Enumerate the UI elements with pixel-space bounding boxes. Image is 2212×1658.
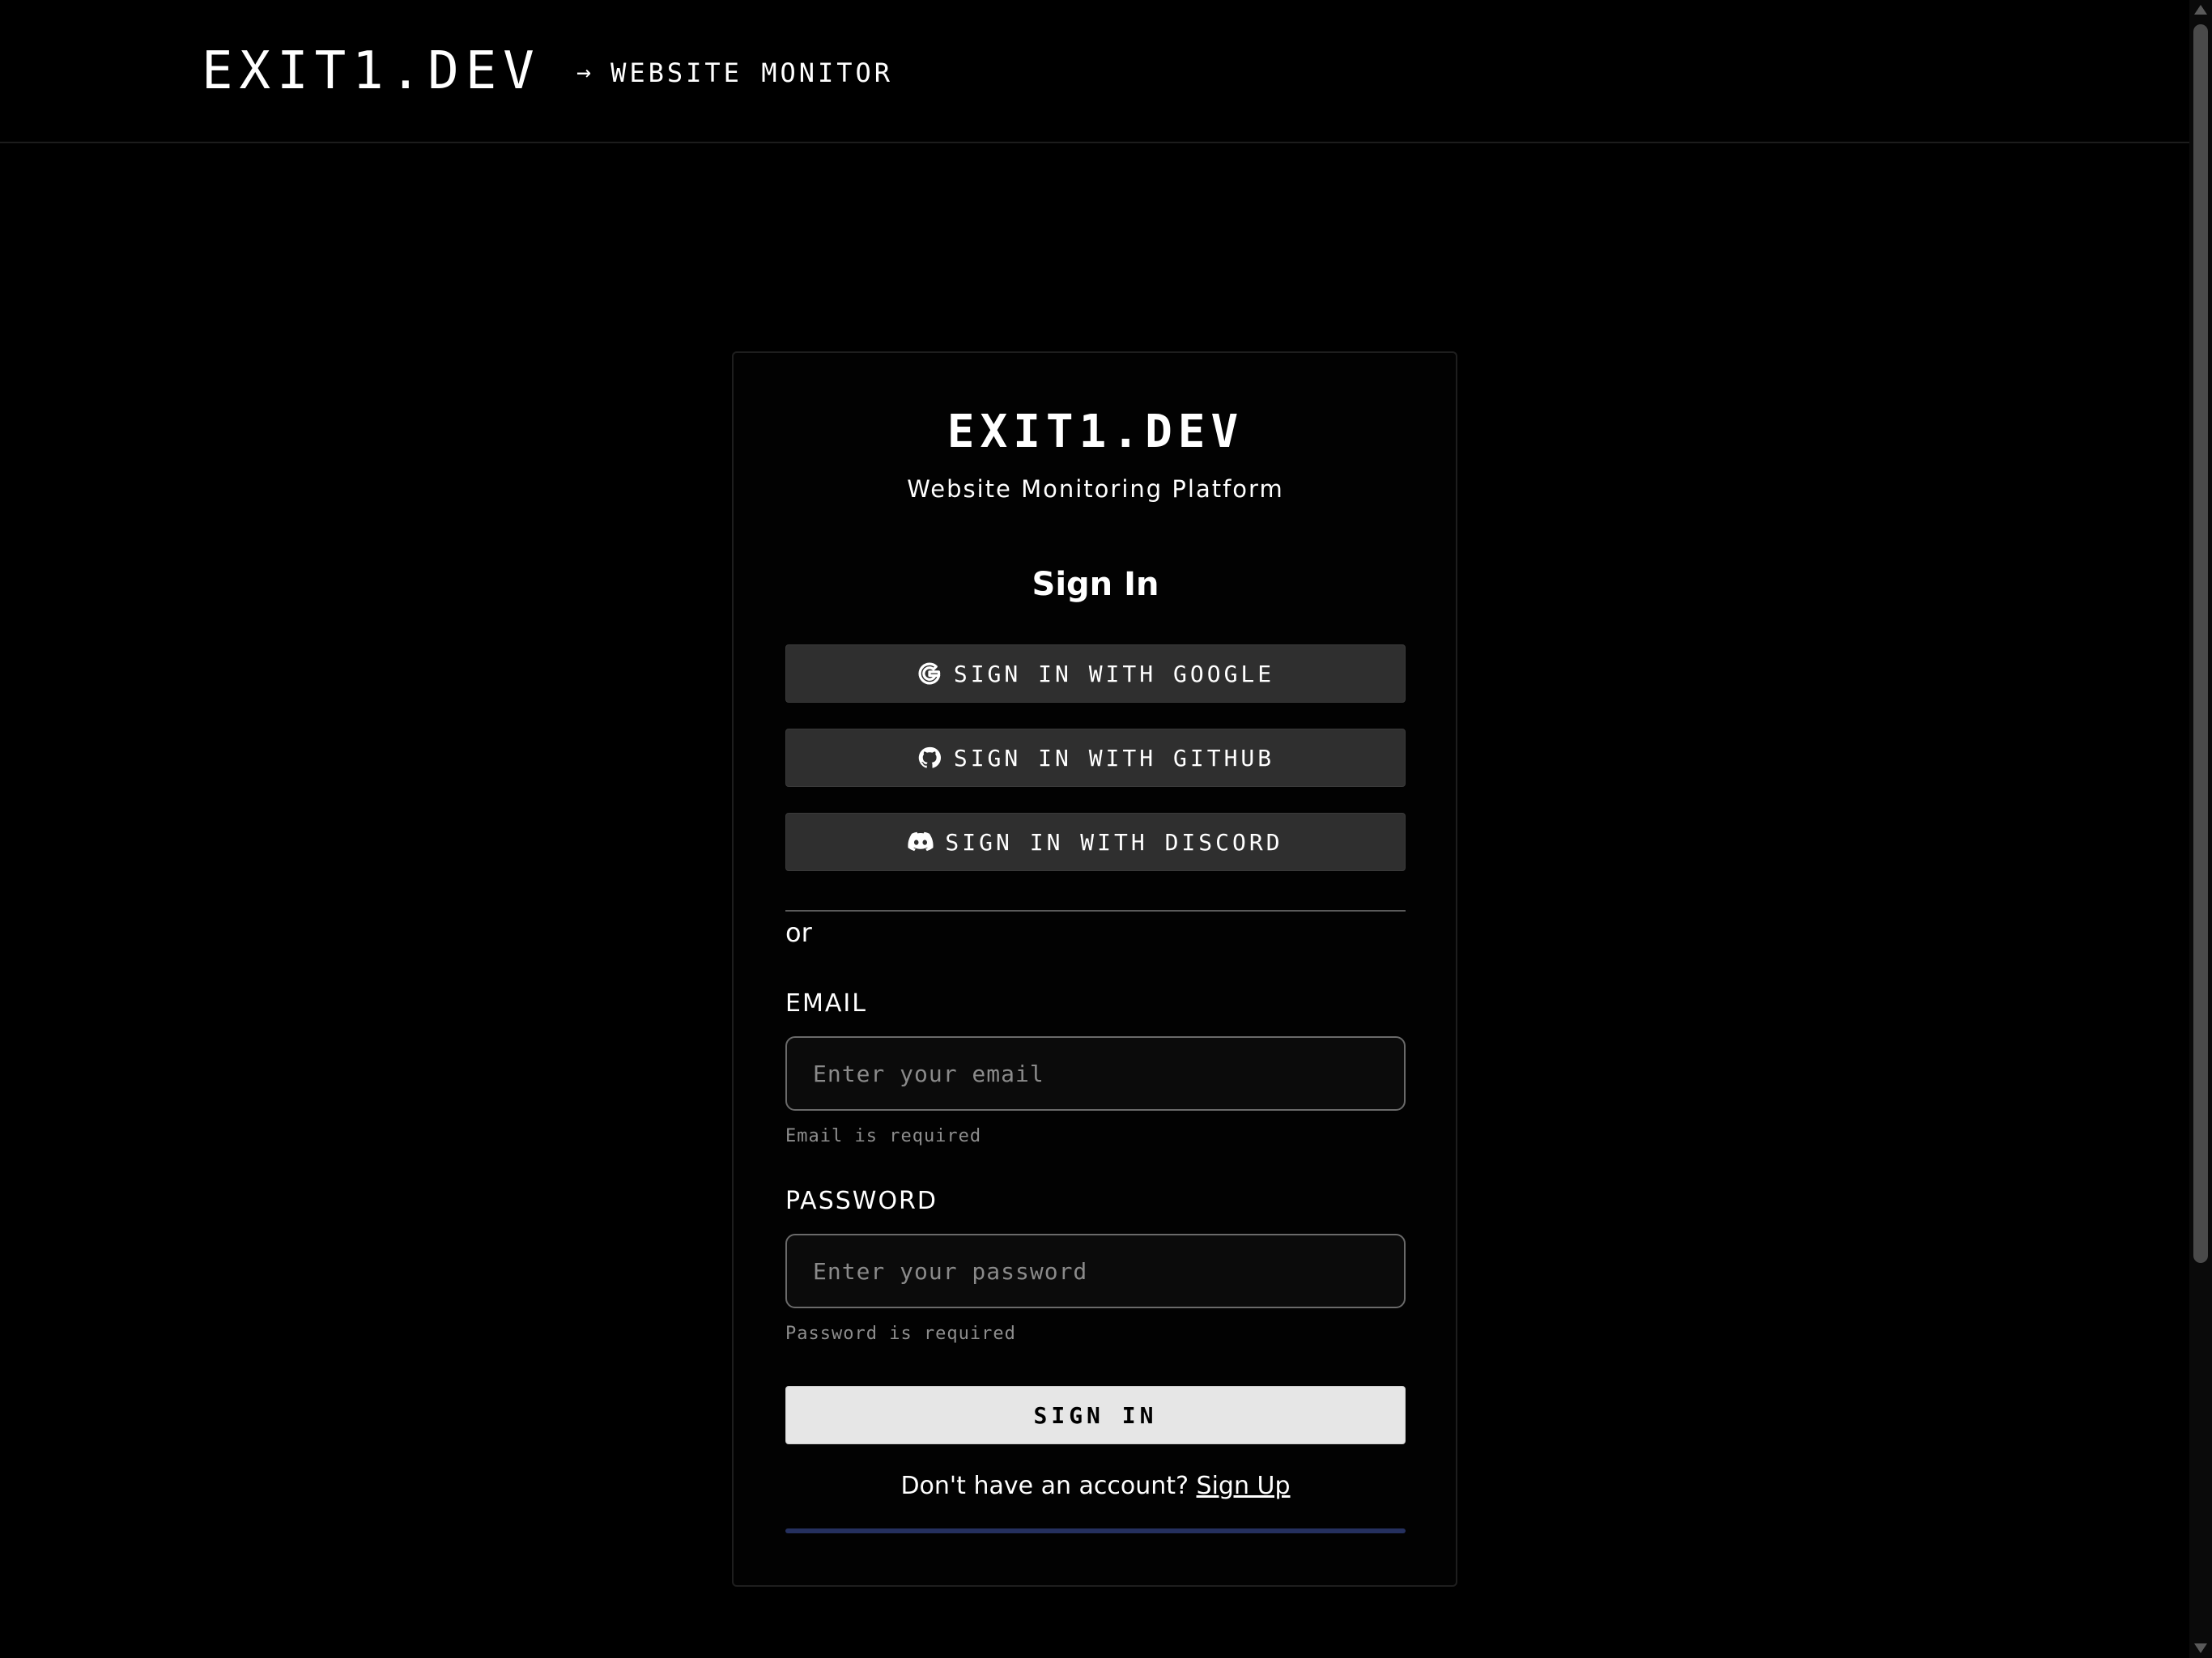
scroll-up-icon[interactable] (2194, 5, 2207, 15)
scroll-down-icon[interactable] (2194, 1643, 2207, 1653)
email-label: EMAIL (785, 989, 867, 1018)
sign-in-discord-label: SIGN IN WITH DISCORD (945, 828, 1283, 856)
discord-icon (908, 829, 934, 855)
password-label: PASSWORD (785, 1187, 938, 1215)
sign-in-card: EXIT1.DEV Website Monitoring Platform Si… (732, 351, 1457, 1587)
sign-up-prompt: Don't have an account? Sign Up (785, 1470, 1406, 1503)
sign-in-discord-button[interactable]: SIGN IN WITH DISCORD (785, 813, 1406, 871)
github-icon (917, 745, 942, 771)
header-subnav[interactable]: → WEBSITE MONITOR (576, 57, 893, 89)
sign-up-link[interactable]: Sign Up (1197, 1472, 1291, 1500)
arrow-right-icon: → (576, 58, 595, 87)
loading-progress-fill (785, 1528, 1406, 1533)
sign-in-heading: Sign In (1032, 566, 1159, 603)
or-divider (785, 910, 1406, 912)
card-title: EXIT1.DEV (946, 406, 1244, 458)
email-input[interactable] (785, 1036, 1406, 1111)
password-error-message: Password is required (785, 1324, 1016, 1344)
top-header: EXIT1.DEV → WEBSITE MONITOR (0, 0, 2189, 143)
sign-in-submit-button[interactable]: SIGN IN (785, 1386, 1406, 1444)
loading-progress-bar (785, 1528, 1406, 1533)
page: EXIT1.DEV → WEBSITE MONITOR EXIT1.DEV We… (0, 0, 2212, 1658)
or-divider-text: or (785, 917, 812, 948)
page-scrollbar[interactable] (2189, 0, 2212, 1658)
card-subtitle: Website Monitoring Platform (907, 475, 1284, 503)
header-brand-logo[interactable]: EXIT1.DEV (202, 42, 541, 100)
password-input[interactable] (785, 1234, 1406, 1308)
scrollbar-thumb[interactable] (2193, 24, 2208, 1263)
sign-in-google-label: SIGN IN WITH GOOGLE (953, 660, 1275, 687)
sign-in-github-button[interactable]: SIGN IN WITH GITHUB (785, 729, 1406, 787)
header-subnav-label: WEBSITE MONITOR (610, 57, 894, 88)
google-icon (917, 661, 942, 687)
sign-up-prompt-text: Don't have an account? (900, 1472, 1189, 1500)
sign-in-github-label: SIGN IN WITH GITHUB (953, 744, 1275, 772)
email-error-message: Email is required (785, 1126, 982, 1146)
sign-in-google-button[interactable]: SIGN IN WITH GOOGLE (785, 644, 1406, 703)
